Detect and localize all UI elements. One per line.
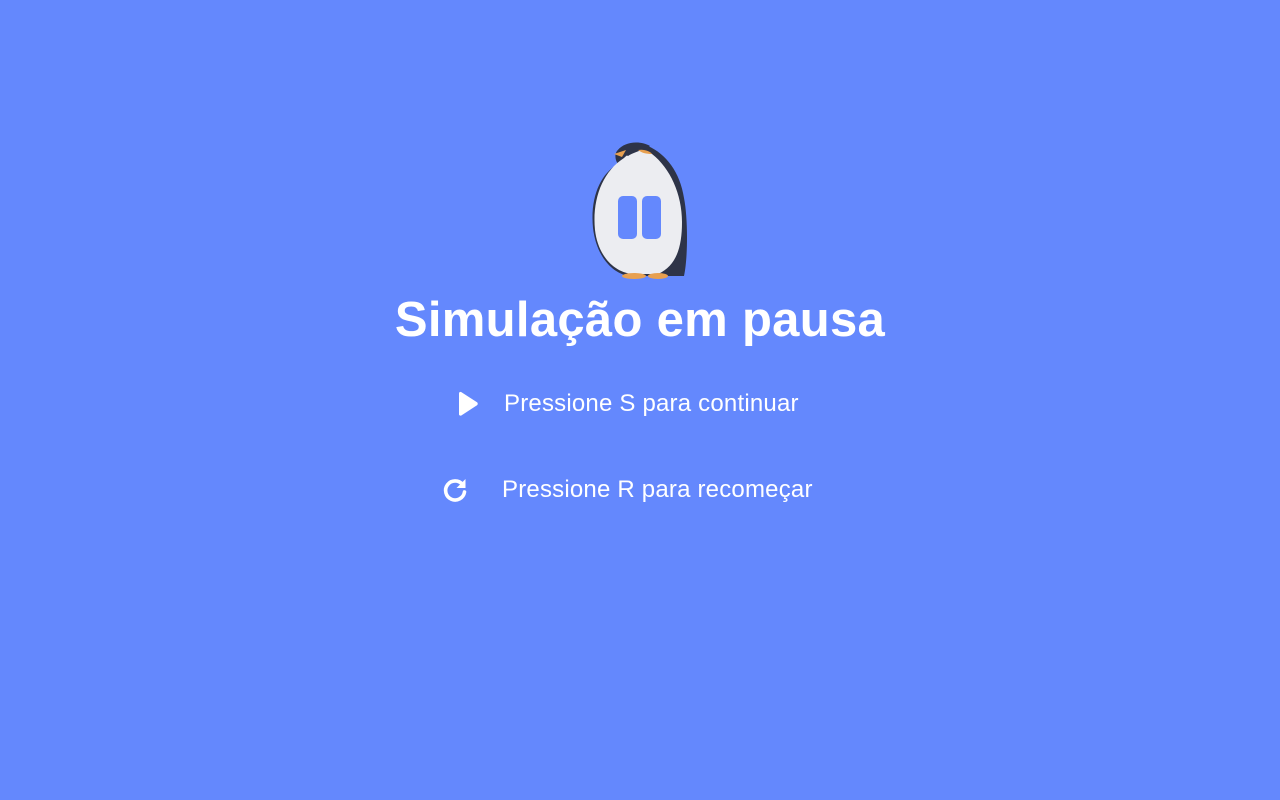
- restart-icon: [440, 475, 470, 505]
- penguin-pause-icon: [588, 138, 692, 280]
- play-icon: [452, 389, 482, 419]
- restart-hint-text: Pressione R para recomeçar: [502, 476, 813, 503]
- pause-title: Simulação em pausa: [394, 293, 886, 347]
- continue-hint-text: Pressione S para continuar: [504, 390, 799, 417]
- pause-screen: Simulação em pausa Pressione S para cont…: [0, 0, 1280, 800]
- continue-hint: Pressione S para continuar: [452, 386, 799, 422]
- restart-hint: Pressione R para recomeçar: [440, 472, 813, 508]
